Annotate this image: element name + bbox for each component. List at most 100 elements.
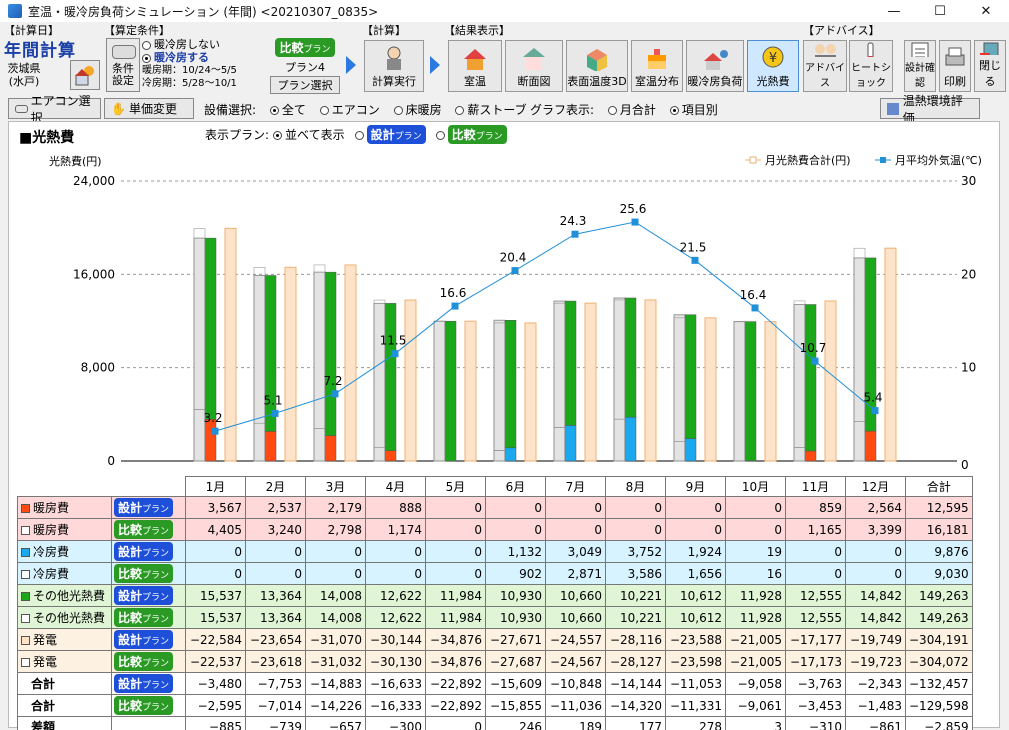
table-cell: −2,595 [185, 694, 246, 717]
temperature-point [571, 230, 579, 238]
hand-icon: ✋ [111, 101, 126, 116]
table-header-cell: 2月 [245, 476, 306, 497]
result-section-button[interactable]: 断面図 [505, 40, 563, 92]
calculator-person-icon [387, 46, 401, 70]
table-cell: 11,928 [725, 606, 786, 629]
bar-compare-total [644, 299, 657, 462]
radio-ac[interactable]: 暖冷房する [142, 51, 268, 64]
table-cell: 0 [545, 518, 606, 541]
table-cell: 15,537 [185, 584, 246, 607]
bar-design-heating [264, 431, 277, 462]
color-swatch [21, 570, 30, 579]
advice-button[interactable]: アドバイス [803, 40, 847, 92]
compare-plan-badge: 比較プラン [275, 38, 335, 57]
table-row: 暖房費 比較プラン 4,405 3,240 2,798 1,174 0 0 0 0 0 0 1,165 3… [17, 518, 973, 541]
compare-plan-name: プラン4 [285, 61, 325, 74]
location-button[interactable] [70, 60, 100, 90]
yen-calculator-icon: ¥ [762, 46, 784, 68]
table-cell: −132,457 [905, 672, 973, 695]
equip-opt-stove[interactable]: 薪ストーブ [455, 103, 527, 117]
equip-opt-all[interactable]: 全て [269, 103, 306, 117]
table-header-cell: 7月 [545, 476, 606, 497]
table-cell: 15,537 [185, 606, 246, 629]
temperature-label: 20.4 [500, 251, 527, 265]
result-energy-cost-button[interactable]: ¥ 光熱費 [747, 40, 799, 92]
print-button[interactable]: 印刷 [939, 40, 971, 92]
result-surface3d-button[interactable]: 表面温度3D [566, 40, 628, 92]
plan-select-button[interactable]: プラン選択 [270, 76, 340, 94]
row-label: 合計 [17, 694, 112, 717]
bar-design-total [793, 304, 806, 462]
table-cell: −21,005 [725, 650, 786, 673]
equipment-select: 設備選択: 全て エアコン 床暖房 薪ストーブ [204, 101, 527, 118]
energy-cost-chart: 光熱費(円) 0 8,000 16,000 24,000 0 10 20 30 月光熱費合計(円)… [49, 153, 982, 472]
temperature-point [451, 302, 459, 310]
row-label: 差額 [17, 716, 112, 730]
table-cell: −30,144 [365, 628, 426, 651]
bar-design-cooling [684, 438, 697, 462]
result-room-temp-button[interactable]: 室温 [448, 40, 502, 92]
bar-design-total [733, 321, 746, 462]
table-cell: 3,567 [185, 496, 246, 519]
bar-design-cooling [564, 425, 577, 462]
equip-opt-aircon[interactable]: エアコン [319, 103, 380, 117]
table-cell: 149,263 [905, 606, 973, 629]
advice-label: 【アドバイス】 [803, 24, 880, 37]
table-cell: 10,612 [665, 584, 726, 607]
table-cell: −7,014 [245, 694, 306, 717]
condition-settings-button[interactable]: 条件 設定 [106, 38, 140, 92]
title-bar: 室温・暖冷房負荷シミュレーション (年間) <20210307_0835> — … [0, 0, 1009, 22]
design-check-button[interactable]: 設計確認 [904, 40, 936, 92]
bar-compare-total [284, 266, 297, 462]
table-cell: −27,687 [485, 650, 546, 673]
table-cell: −300 [365, 716, 426, 730]
table-cell: 14,008 [305, 606, 366, 629]
table-cell: 0 [245, 562, 306, 585]
calc-run-button[interactable]: 計算実行 [364, 40, 424, 92]
bar-design-total [853, 257, 866, 462]
result-label-1: 断面図 [517, 75, 551, 88]
color-swatch [21, 658, 30, 667]
plan-tag: 設計プラン [111, 540, 186, 563]
table-cell: 12,555 [785, 606, 846, 629]
table-cell: −21,005 [725, 628, 786, 651]
table-row: 冷房費 設計プラン 0 0 0 0 0 1,132 3,049 3,752 1,924 19 0 0 9,8… [17, 540, 973, 563]
calc-run-label: 計算実行 [372, 75, 416, 88]
table-cell: 3 [725, 716, 786, 730]
table-cell: 12,595 [905, 496, 973, 519]
bar-compare-total [764, 321, 777, 462]
thermal-eval-button[interactable]: 温熱環境評価 [880, 94, 980, 125]
result-load-button[interactable]: 暖冷房負荷 [686, 40, 744, 92]
table-cell: −7,753 [245, 672, 306, 695]
graph-opt-itemized[interactable]: 項目別 [669, 103, 718, 117]
table-cell: −22,892 [425, 672, 486, 695]
table-cell: 0 [485, 496, 546, 519]
table-cell: 0 [365, 562, 426, 585]
unit-price-button[interactable]: ✋ 単価変更 [104, 98, 194, 119]
house-temp-icon [464, 49, 486, 70]
minimize-button[interactable]: — [871, 0, 917, 22]
result-distribution-button[interactable]: 室温分布 [631, 40, 683, 92]
table-cell: −739 [245, 716, 306, 730]
bar-design-total [613, 297, 626, 462]
table-cell: −16,633 [365, 672, 426, 695]
table-cell: −861 [845, 716, 906, 730]
radio-no-ac[interactable]: 暖冷房しない [142, 38, 268, 51]
exit-button[interactable]: 閉じる [974, 40, 1006, 92]
table-cell: 0 [305, 540, 366, 563]
ac-select-button[interactable]: エアコン選択 [8, 94, 101, 125]
close-button[interactable]: ✕ [963, 0, 1009, 22]
table-cell: −304,191 [905, 628, 973, 651]
bar-design-total [313, 271, 326, 462]
table-cell: 0 [785, 562, 846, 585]
table-cell: −23,588 [665, 628, 726, 651]
maximize-button[interactable]: ☐ [917, 0, 963, 22]
graph-opt-monthly[interactable]: 月合計 [607, 103, 656, 117]
table-cell: −2,343 [845, 672, 906, 695]
heatshock-button[interactable]: ヒートショック [849, 40, 893, 92]
table-cell: 2,798 [305, 518, 366, 541]
table-header-cell: 5月 [425, 476, 486, 497]
equip-opt-floorheat[interactable]: 床暖房 [393, 103, 442, 117]
table-cell: 1,656 [665, 562, 726, 585]
opt-ac-label: 暖冷房する [154, 51, 209, 64]
